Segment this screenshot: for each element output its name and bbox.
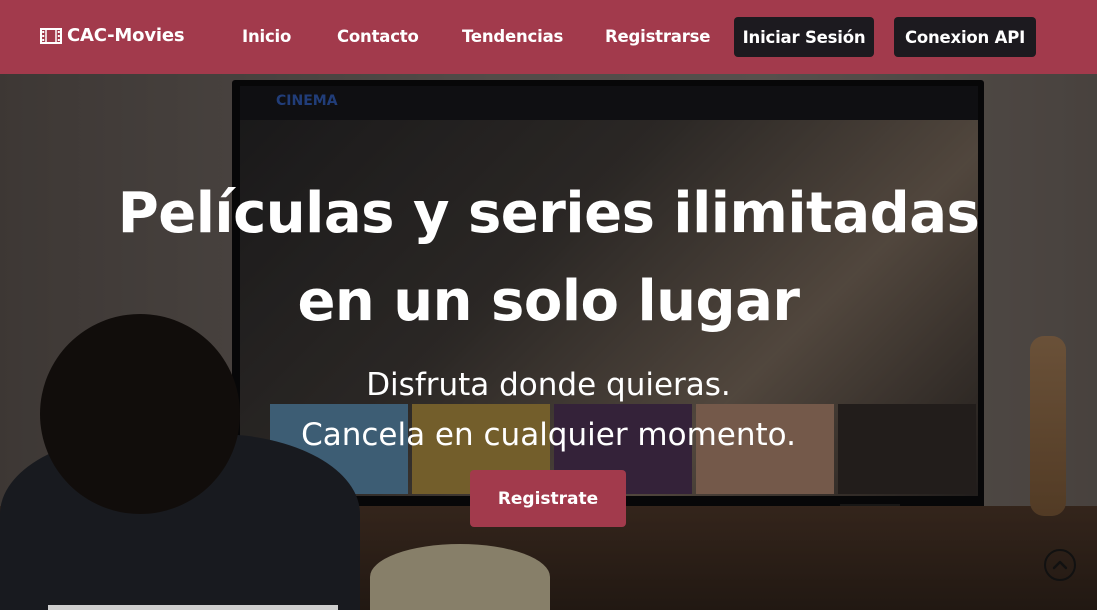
film-icon [40,27,62,44]
brand-name: CAC-Movies [67,25,185,46]
hero-title-line1: Películas y series ilimitadas [117,181,980,246]
hero-section: CINEMA Películas y series ilimitadas en … [0,74,1097,610]
navbar: CAC-Movies Inicio Contacto Tendencias Re… [0,0,1097,74]
brand-logo[interactable]: CAC-Movies [40,25,185,46]
nav-link-inicio[interactable]: Inicio [242,27,291,46]
hero-subtitle: Disfruta donde quieras. Cancela en cualq… [0,360,1097,460]
nav-link-contacto[interactable]: Contacto [337,27,419,46]
nav-link-registrarse[interactable]: Registrarse [605,27,710,46]
api-connection-button[interactable]: Conexion API [894,17,1036,57]
chevron-up-icon [1052,560,1068,570]
hero-subtitle-line1: Disfruta donde quieras. [366,367,731,403]
hero-title-line2: en un solo lugar [297,269,800,334]
hero-subtitle-line2: Cancela en cualquier momento. [301,417,796,453]
hero-title: Películas y series ilimitadas en un solo… [0,170,1097,346]
nav-link-tendencias[interactable]: Tendencias [462,27,563,46]
bottom-strip [48,605,338,610]
register-cta-button[interactable]: Registrate [470,470,626,527]
scroll-to-top-button[interactable] [1044,549,1076,581]
login-button[interactable]: Iniciar Sesión [734,17,874,57]
